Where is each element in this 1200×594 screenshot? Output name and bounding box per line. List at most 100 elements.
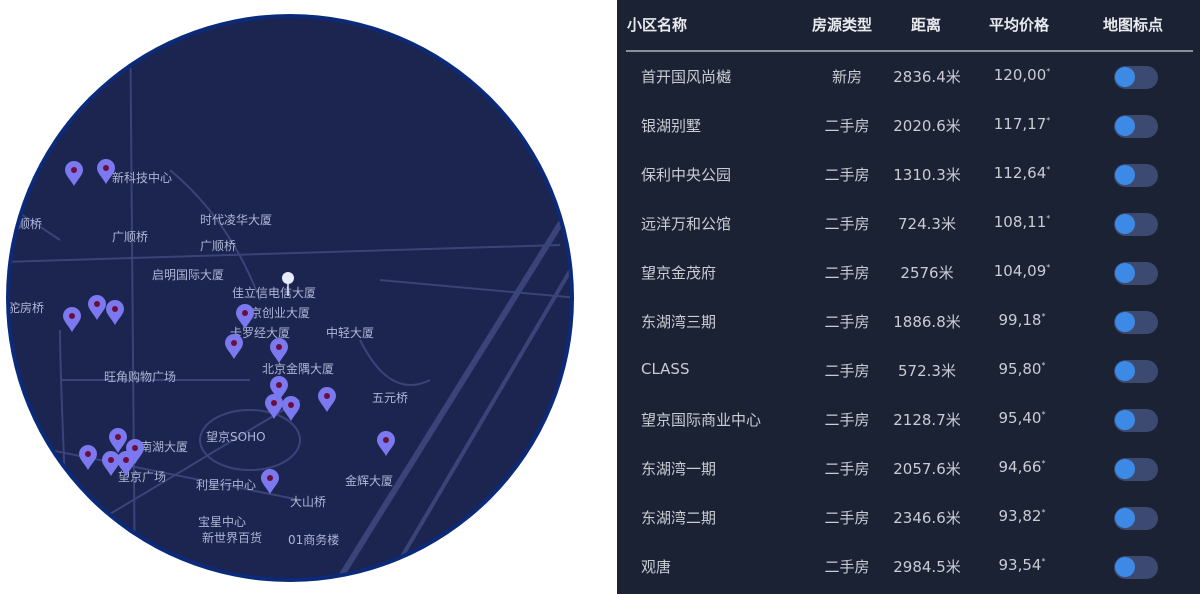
community-name: 东湖湾一期 (641, 460, 717, 478)
table-row: CLASS 二手房 572.3米 95,80* (617, 346, 1200, 395)
distance: 572.3米 (898, 362, 956, 380)
map-marker-toggle[interactable] (1114, 458, 1158, 481)
price-value: 104,09 (993, 262, 1047, 280)
map-label: 旺角购物广场 (104, 369, 176, 384)
price-value: 112,64 (993, 164, 1047, 182)
map-marker-toggle[interactable] (1114, 360, 1158, 383)
map-view[interactable]: 新科技中心广顺桥 时代凌华大厦广顺桥广顺桥启明国际大厦佳立信电信大厦望京创业大厦卡… (0, 0, 600, 594)
map-marker-toggle[interactable] (1114, 409, 1158, 432)
map-label: 五元桥 (372, 391, 408, 405)
map-label: 大山桥 (290, 495, 326, 509)
community-name: 东湖湾二期 (641, 509, 717, 527)
community-name: 观唐 (641, 558, 672, 576)
map-marker-toggle[interactable] (1114, 115, 1158, 138)
average-price: 117,17* (977, 115, 1067, 133)
map-label: 南湖大厦 (140, 439, 188, 454)
table-row: 东湖湾三期 二手房 1886.8米 99,18* (617, 297, 1200, 346)
table-row: 望京金茂府 二手房 2576米 104,09* (617, 248, 1200, 297)
toggle-knob (1115, 67, 1135, 87)
map-label: 新科技中心 (112, 170, 172, 185)
distance: 2346.6米 (893, 509, 961, 527)
listing-type: 二手房 (824, 313, 870, 331)
toggle-knob (1115, 263, 1135, 283)
toggle-knob (1115, 557, 1135, 577)
listing-panel: 小区名称 房源类型 距离 平均价格 地图标点 首开国风尚樾 新房 2836.4米… (617, 0, 1200, 594)
listing-type: 二手房 (824, 166, 870, 184)
price-suffix: * (1046, 165, 1051, 174)
toggle-knob (1115, 312, 1135, 332)
table-row: 银湖别墅 二手房 2020.6米 117,17* (617, 101, 1200, 150)
listing-type: 二手房 (824, 215, 870, 233)
table-row: 远洋万和公馆 二手房 724.3米 108,11* (617, 199, 1200, 248)
average-price: 99,18* (977, 311, 1067, 329)
price-suffix: * (1046, 214, 1051, 223)
price-value: 108,11 (993, 213, 1047, 231)
community-name: 银湖别墅 (641, 117, 702, 135)
map-label: 利星行中心 (196, 477, 256, 492)
community-name: 首开国风尚樾 (641, 68, 732, 86)
current-location-dot (282, 272, 294, 284)
distance: 1310.3米 (893, 166, 961, 184)
listing-type: 二手房 (824, 264, 870, 282)
distance: 2020.6米 (893, 117, 961, 135)
map-marker-toggle[interactable] (1114, 164, 1158, 187)
toggle-knob (1115, 116, 1135, 136)
header-type: 房源类型 (812, 16, 873, 34)
toggle-knob (1115, 361, 1135, 381)
price-suffix: * (1041, 459, 1046, 468)
community-name: 望京国际商业中心 (641, 411, 762, 429)
price-suffix: * (1041, 312, 1046, 321)
map-label: 驼房桥 (8, 300, 44, 315)
average-price: 108,11* (977, 213, 1067, 231)
average-price: 95,80* (977, 360, 1067, 378)
listing-type: 二手房 (824, 558, 870, 576)
price-suffix: * (1046, 263, 1051, 272)
table-row: 东湖湾二期 二手房 2346.6米 93,82* (617, 493, 1200, 542)
distance: 2984.5米 (893, 558, 961, 576)
price-value: 95,80 (998, 360, 1042, 378)
average-price: 95,40* (977, 409, 1067, 427)
toggle-knob (1115, 165, 1135, 185)
table-row: 观唐 二手房 2984.5米 93,54* (617, 542, 1200, 591)
price-suffix: * (1046, 67, 1051, 76)
price-suffix: * (1041, 508, 1046, 517)
map-marker-toggle[interactable] (1114, 213, 1158, 236)
table-row: 望京国际商业中心 二手房 2128.7米 95,40* (617, 395, 1200, 444)
map-label: 时代凌华大厦 (200, 213, 272, 227)
distance: 2836.4米 (893, 68, 961, 86)
price-value: 94,66 (998, 458, 1042, 476)
community-name: 保利中央公园 (641, 166, 732, 184)
price-suffix: * (1041, 410, 1046, 419)
map-label: 中轻大厦 (326, 325, 374, 340)
toggle-knob (1115, 410, 1135, 430)
map-label: 金辉大厦 (345, 473, 393, 488)
map-marker-toggle[interactable] (1114, 262, 1158, 285)
average-price: 94,66* (977, 458, 1067, 476)
price-suffix: * (1041, 557, 1046, 566)
map-label: 新世界百货 (202, 530, 262, 545)
header-map-marker: 地图标点 (1103, 16, 1164, 34)
map-marker-toggle[interactable] (1114, 507, 1158, 530)
distance: 1886.8米 (893, 313, 961, 331)
listing-type: 二手房 (824, 411, 870, 429)
table-row: 保利中央公园 二手房 1310.3米 112,64* (617, 150, 1200, 199)
price-suffix: * (1046, 116, 1051, 125)
map-marker-toggle[interactable] (1114, 556, 1158, 579)
distance: 2057.6米 (893, 460, 961, 478)
map-marker-toggle[interactable] (1114, 311, 1158, 334)
map-label: 01商务楼 (288, 532, 339, 547)
listing-type: 二手房 (824, 117, 870, 135)
price-value: 99,18 (998, 311, 1042, 329)
map-marker-toggle[interactable] (1114, 66, 1158, 89)
toggle-knob (1115, 508, 1135, 528)
toggle-knob (1115, 214, 1135, 234)
map-label: 广顺桥 (112, 230, 148, 244)
price-value: 95,40 (998, 409, 1042, 427)
listing-type: 新房 (831, 68, 862, 86)
price-suffix: * (1041, 361, 1046, 370)
average-price: 120,00* (977, 66, 1067, 84)
map-label: 宝星中心 (198, 514, 246, 529)
price-value: 93,54 (998, 556, 1042, 574)
price-value: 117,17 (993, 115, 1047, 133)
distance: 724.3米 (898, 215, 956, 233)
